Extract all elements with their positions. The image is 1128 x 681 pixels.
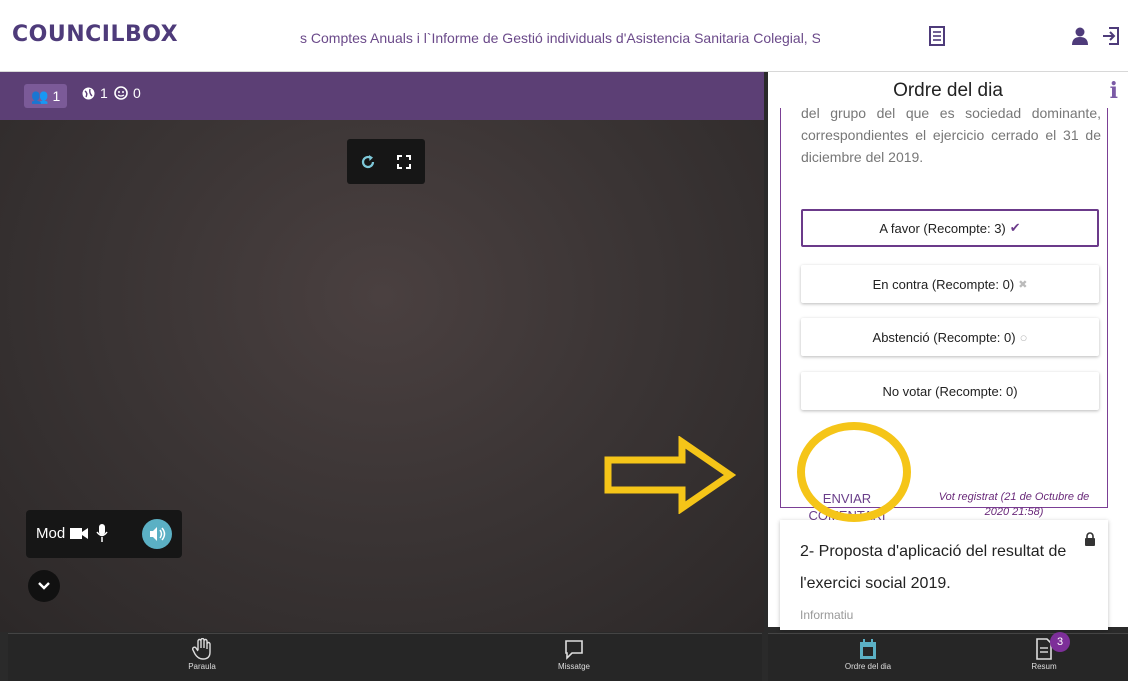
- collapse-button[interactable]: [28, 570, 60, 602]
- vote-status-text: Vot registrat (21 de Octubre de 2020 21:…: [938, 491, 1090, 518]
- video-topbar: 👥 1 1 0: [0, 72, 764, 120]
- check-icon: ✔: [1009, 220, 1021, 235]
- cross-icon: ✖: [1018, 278, 1028, 291]
- summary-badge: 3: [1050, 632, 1070, 652]
- no-vote-button[interactable]: No votar (Recompte: 0): [801, 372, 1099, 410]
- panel-title: Ordre del dia: [893, 80, 1003, 101]
- app-header: COUNCILBOX s Comptes Anuals i l`Informe …: [0, 0, 1128, 72]
- camera-icon[interactable]: [70, 527, 88, 540]
- agenda-item-text: del grupo del que es sociedad dominante,…: [801, 105, 1101, 165]
- video-area: 👥 1 1 0 Mod: [0, 72, 764, 632]
- circle-icon: ○: [1019, 329, 1028, 345]
- vote-abstain-button[interactable]: Abstenció (Recompte: 0) ○: [801, 318, 1099, 356]
- participants-count[interactable]: 👥 1: [24, 84, 68, 108]
- bottom-nav-right: Ordre del dia 3 Resum: [768, 632, 1128, 681]
- moderator-toolbar: Mod: [26, 510, 182, 558]
- user-icon[interactable]: [1071, 26, 1089, 46]
- guest-face-icon: [114, 86, 128, 100]
- mod-label: Mod: [36, 525, 66, 542]
- agenda-item-title: 2- Proposta d'aplicació del resultat de …: [800, 543, 1067, 592]
- meeting-title: s Comptes Anuals i l`Informe de Gestió i…: [300, 30, 820, 46]
- agenda-panel: Ordre del dia i del grupo del que es soc…: [768, 72, 1128, 630]
- send-comment-button[interactable]: ENVIAR COMENTARI: [805, 490, 889, 524]
- nav-message[interactable]: Missatge: [534, 638, 614, 671]
- microphone-icon[interactable]: [96, 524, 108, 542]
- nav-summary[interactable]: 3 Resum: [1004, 632, 1084, 671]
- vote-against-button[interactable]: En contra (Recompte: 0) ✖: [801, 265, 1099, 303]
- bottom-nav-left: Paraula Missatge: [8, 633, 762, 681]
- document-list-icon[interactable]: [928, 26, 946, 46]
- globe-icon: [82, 87, 95, 99]
- message-icon: [565, 640, 583, 660]
- voting-card: del grupo del que es sociedad dominante,…: [780, 105, 1108, 523]
- calendar-icon: [860, 639, 876, 659]
- lock-icon: [1085, 532, 1095, 546]
- info-icon[interactable]: i: [1110, 78, 1118, 104]
- online-count: 1: [82, 85, 108, 101]
- logout-icon[interactable]: [1102, 26, 1120, 46]
- agenda-item-type: Informatiu: [800, 608, 854, 622]
- nav-speak[interactable]: Paraula: [162, 638, 242, 671]
- fullscreen-icon[interactable]: [395, 153, 413, 171]
- chevron-down-icon: [38, 582, 50, 590]
- raise-hand-icon: [192, 638, 211, 660]
- participants-icon: 👥: [31, 87, 49, 104]
- nav-agenda[interactable]: Ordre del dia: [828, 638, 908, 671]
- speaker-button[interactable]: [142, 519, 172, 549]
- vote-in-favor-button[interactable]: A favor (Recompte: 3) ✔: [801, 209, 1099, 247]
- refresh-icon[interactable]: [359, 153, 377, 171]
- video-controls: [347, 139, 425, 184]
- guests-count: 0: [114, 85, 141, 101]
- councilbox-logo[interactable]: COUNCILBOX: [12, 22, 178, 47]
- agenda-item-card[interactable]: 2- Proposta d'aplicació del resultat de …: [780, 520, 1108, 630]
